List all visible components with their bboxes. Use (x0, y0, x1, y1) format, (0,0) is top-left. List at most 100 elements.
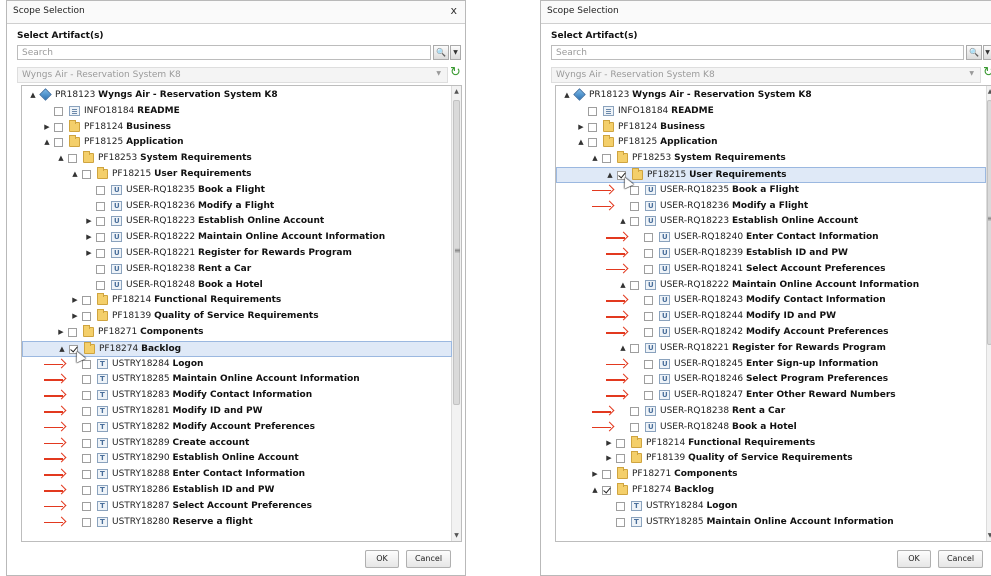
tree-scrollbar[interactable]: ▲ ≡ ▼ (986, 86, 991, 541)
tree-row[interactable]: ▲ PR18123 Wyngs Air - Reservation System … (556, 88, 986, 103)
row-checkbox[interactable] (82, 486, 91, 495)
tree-row[interactable]: ▶ PF18124 Business (22, 119, 452, 135)
tree-row[interactable]: ▲ PF18215 User Requirements (22, 167, 452, 182)
refresh-icon[interactable]: ↻ (983, 65, 991, 80)
expand-icon[interactable]: ▶ (56, 325, 66, 340)
row-checkbox[interactable] (630, 407, 639, 416)
row-checkbox[interactable] (82, 438, 91, 448)
row-checkbox[interactable] (82, 407, 91, 416)
tree-row[interactable]: USTRY18286 Establish ID and PW (22, 483, 452, 498)
tree-row[interactable]: ▶ PF18139 Quality of Service Requirements (556, 451, 986, 466)
search-icon[interactable]: 🔍 (433, 45, 449, 60)
row-checkbox[interactable] (644, 312, 653, 322)
collapse-icon[interactable]: ▲ (57, 342, 67, 356)
row-checkbox[interactable] (96, 185, 105, 195)
row-checkbox[interactable] (82, 296, 91, 306)
row-checkbox[interactable] (588, 138, 597, 148)
tree-row[interactable]: USTRY18287 Select Account Preferences (22, 499, 452, 514)
scroll-up-icon[interactable]: ▲ (987, 88, 991, 95)
collapse-icon[interactable]: ▲ (618, 341, 628, 356)
tree-row[interactable]: USER-RQ18236 Modify a Flight (556, 199, 986, 214)
tree-row[interactable]: USTRY18282 Modify Account Preferences (22, 420, 452, 435)
tree-row[interactable]: ▶ USER-RQ18221 Register for Rewards Progr… (22, 246, 452, 261)
search-options-dropdown-icon[interactable]: ▼ (983, 45, 991, 60)
collapse-icon[interactable]: ▲ (28, 88, 38, 103)
tree-row[interactable]: ▲ PF18253 System Requirements (556, 151, 986, 166)
tree-row[interactable]: USER-RQ18235 Book a Flight (22, 183, 452, 198)
tree-row[interactable]: ▲ PF18274 Backlog (22, 340, 452, 357)
collapse-icon[interactable]: ▲ (618, 214, 628, 229)
tree-row[interactable]: USTRY18284 Logon (556, 499, 986, 514)
row-checkbox[interactable] (82, 517, 91, 527)
expand-icon[interactable]: ▶ (70, 309, 80, 324)
row-checkbox[interactable] (82, 375, 91, 385)
project-select[interactable]: Wyngs Air - Reservation System K8 ▼ (551, 67, 981, 83)
collapse-icon[interactable]: ▲ (590, 151, 600, 166)
row-checkbox[interactable] (96, 264, 105, 274)
search-icon[interactable]: 🔍 (966, 45, 982, 60)
row-checkbox[interactable] (82, 454, 91, 464)
row-checkbox[interactable] (630, 201, 639, 211)
tree-row[interactable]: USTRY18280 Reserve a flight (22, 515, 452, 530)
cancel-button[interactable]: Cancel (938, 550, 983, 568)
row-checkbox[interactable] (630, 217, 639, 227)
tree-row[interactable]: INFO18184 README (22, 104, 452, 119)
tree-row[interactable]: ▶ PF18139 Quality of Service Requirements (22, 309, 452, 324)
tree-row[interactable]: ▶ USER-RQ18222 Maintain Online Account In… (22, 230, 452, 245)
search-input[interactable]: Search (17, 45, 431, 60)
row-checkbox[interactable] (602, 154, 611, 164)
close-icon[interactable]: x (450, 4, 457, 17)
tree-row[interactable]: USER-RQ18238 Rent a Car (556, 404, 986, 419)
tree-row[interactable]: USTRY18285 Maintain Online Account Infor… (22, 372, 452, 387)
row-checkbox[interactable] (82, 422, 91, 432)
row-checkbox[interactable] (54, 106, 63, 116)
row-checkbox[interactable] (82, 501, 91, 511)
tree-scrollbar[interactable]: ▲ ≡ ▼ (451, 86, 461, 541)
row-checkbox[interactable] (96, 280, 105, 290)
row-checkbox[interactable] (96, 249, 105, 258)
ok-button[interactable]: OK (365, 550, 399, 568)
expand-icon[interactable]: ▶ (84, 246, 94, 261)
expand-icon[interactable]: ▶ (42, 120, 52, 135)
tree-row[interactable]: ▲ PF18253 System Requirements (22, 151, 452, 166)
row-checkbox[interactable] (644, 264, 653, 274)
tree-row[interactable]: ▶ PF18271 Components (22, 325, 452, 340)
refresh-icon[interactable]: ↻ (450, 65, 461, 80)
collapse-icon[interactable]: ▲ (590, 483, 600, 498)
tree-row[interactable]: USTRY18285 Maintain Online Account Infor… (556, 515, 986, 530)
tree-row[interactable]: USER-RQ18236 Modify a Flight (22, 199, 452, 214)
row-checkbox[interactable] (82, 391, 91, 401)
ok-button[interactable]: OK (897, 550, 931, 568)
expand-icon[interactable]: ▶ (84, 214, 94, 229)
collapse-icon[interactable]: ▲ (56, 151, 66, 166)
row-checkbox[interactable] (630, 185, 639, 195)
tree-row[interactable]: ▶ PF18214 Functional Requirements (556, 435, 986, 451)
tree-row[interactable]: USTRY18283 Modify Contact Information (22, 388, 452, 403)
tree-row[interactable]: USTRY18281 Modify ID and PW (22, 404, 452, 419)
tree-row[interactable]: USTRY18290 Establish Online Account (22, 451, 452, 466)
tree-row[interactable]: USTRY18288 Enter Contact Information (22, 467, 452, 482)
expand-icon[interactable]: ▶ (576, 120, 586, 135)
tree-row[interactable]: USER-RQ18235 Book a Flight (556, 183, 986, 198)
scroll-up-icon[interactable]: ▲ (452, 88, 461, 95)
collapse-icon[interactable]: ▲ (618, 278, 628, 293)
scroll-down-icon[interactable]: ▼ (452, 532, 461, 539)
tree-row[interactable]: ▶ PF18124 Business (556, 119, 986, 135)
expand-icon[interactable]: ▶ (84, 230, 94, 245)
tree-row[interactable]: USER-RQ18238 Rent a Car (22, 262, 452, 277)
row-checkbox[interactable] (54, 138, 63, 148)
tree-row[interactable]: INFO18184 README (556, 104, 986, 119)
tree-row[interactable]: ▶ USER-RQ18223 Establish Online Account (22, 214, 452, 229)
row-checkbox[interactable] (644, 391, 653, 401)
tree-row[interactable]: ▶ PF18214 Functional Requirements (22, 293, 452, 308)
row-checkbox[interactable] (644, 296, 653, 306)
row-checkbox[interactable] (96, 217, 105, 227)
collapse-icon[interactable]: ▲ (562, 88, 572, 103)
expand-icon[interactable]: ▶ (604, 436, 614, 451)
row-checkbox[interactable] (644, 249, 653, 258)
tree-row[interactable]: USTRY18289 Create account (22, 436, 452, 451)
scroll-down-icon[interactable]: ▼ (987, 532, 991, 539)
search-options-dropdown-icon[interactable]: ▼ (450, 45, 461, 60)
row-checkbox[interactable] (630, 422, 639, 432)
row-checkbox[interactable] (644, 233, 653, 243)
